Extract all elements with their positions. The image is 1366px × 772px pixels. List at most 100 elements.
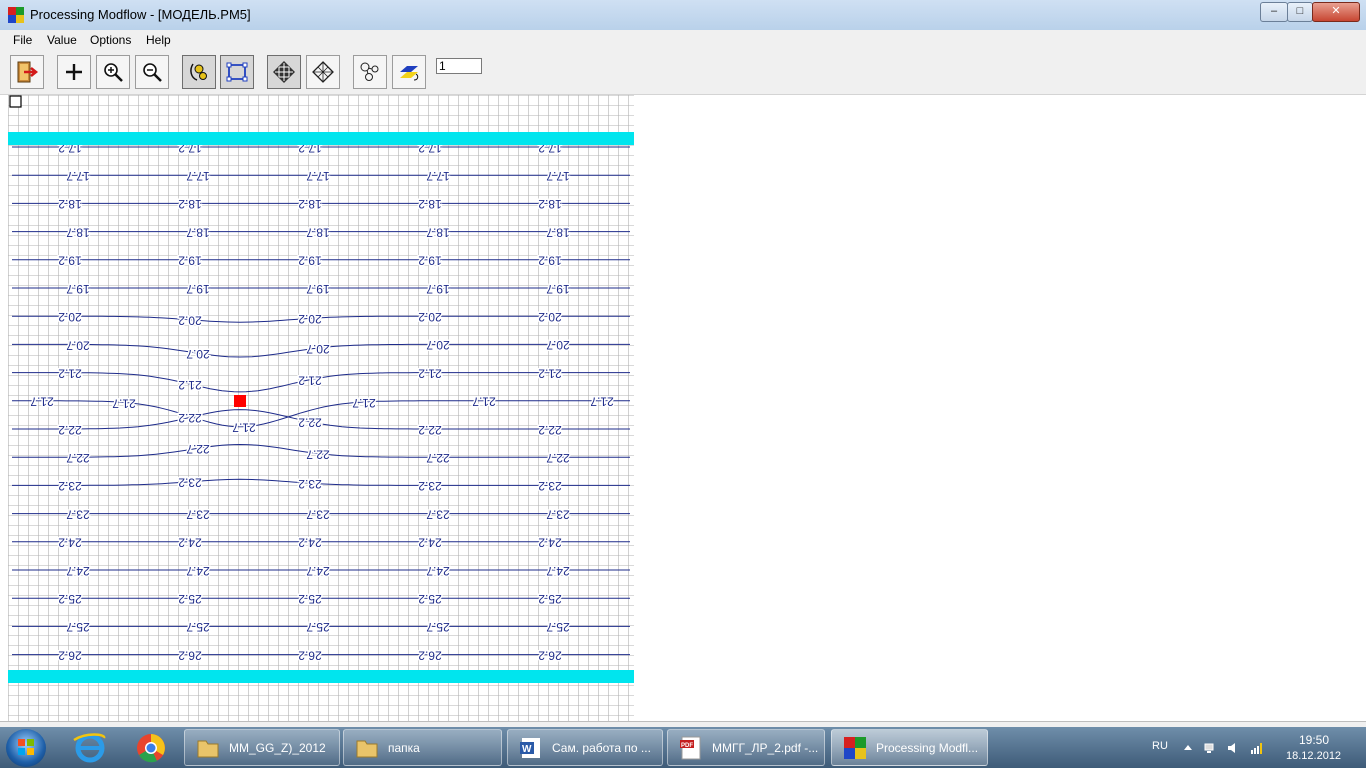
- maximize-button[interactable]: □: [1287, 2, 1313, 22]
- contour-label: 24.7: [186, 564, 210, 578]
- zoom-in-button[interactable]: [96, 55, 130, 89]
- start-button[interactable]: [6, 729, 46, 767]
- contour-label: 23.2: [538, 479, 562, 493]
- exit-button[interactable]: [10, 55, 44, 89]
- contour-label: 23.7: [186, 507, 210, 521]
- contour-label: 21.7: [30, 395, 54, 409]
- exit-icon: [17, 61, 39, 83]
- contour-label: 19.2: [178, 254, 202, 268]
- show-hidden-icons-icon[interactable]: [1181, 741, 1195, 755]
- taskbar-task-word[interactable]: W Сам. работа по ...: [507, 729, 663, 766]
- internet-explorer-icon[interactable]: [66, 730, 114, 766]
- taskbar-task-pdf[interactable]: PDF ММГГ_ЛР_2.pdf -...: [667, 729, 825, 766]
- modflow-icon: [844, 737, 866, 759]
- contour-label: 24.7: [546, 564, 570, 578]
- grid-icon: [273, 61, 295, 83]
- contour-label: 17.7: [306, 169, 330, 183]
- contour-label: 18.7: [306, 225, 330, 239]
- properties-button[interactable]: [353, 55, 387, 89]
- chrome-icon[interactable]: [127, 730, 175, 766]
- contour-label: 18.2: [58, 197, 82, 211]
- properties-icon: [360, 62, 379, 81]
- well-cell[interactable]: [234, 395, 246, 407]
- zoom-out-icon: [143, 63, 162, 82]
- close-button[interactable]: ✕: [1312, 2, 1360, 22]
- clock-time[interactable]: 19:50: [1299, 733, 1329, 747]
- contour-label: 19.2: [538, 254, 562, 268]
- signal-icon[interactable]: [1250, 741, 1264, 755]
- contour-label: 21.7: [590, 395, 614, 409]
- language-indicator[interactable]: RU: [1152, 740, 1168, 752]
- boundary-bottom: [8, 670, 634, 683]
- contour-label: 26.2: [418, 648, 442, 662]
- boundary-top: [8, 132, 634, 145]
- layer-view-button[interactable]: [392, 55, 426, 89]
- taskbar-task-modflow[interactable]: Processing Modfl...: [831, 729, 988, 766]
- zoom-out-button[interactable]: [135, 55, 169, 89]
- contour-label: 18.7: [546, 225, 570, 239]
- contour-label: 25.7: [186, 620, 210, 634]
- contour-label: 22.2: [298, 416, 322, 430]
- mesh-button[interactable]: [306, 55, 340, 89]
- window-title: Processing Modflow - [МОДЕЛЬ.PM5]: [30, 7, 251, 22]
- task-label: ММГГ_ЛР_2.pdf -...: [712, 741, 819, 755]
- windows-logo-icon: [18, 739, 34, 755]
- contour-label: 23.2: [58, 479, 82, 493]
- origin-marker[interactable]: [9, 95, 22, 108]
- bounds-button[interactable]: [182, 55, 216, 89]
- contour-label: 21.7: [112, 396, 136, 410]
- contour-label: 18.2: [178, 197, 202, 211]
- model-canvas[interactable]: 17.2 17.2 17.2 17.2 17.2 17.7 17.7 17.7 17.7 17.7…: [8, 95, 634, 721]
- layer-number-input[interactable]: [436, 58, 482, 74]
- contour-label: 21.2: [538, 366, 562, 380]
- contour-label: 23.2: [298, 477, 322, 491]
- contour-label: 24.7: [426, 564, 450, 578]
- contour-label: 24.2: [418, 536, 442, 550]
- menu-options[interactable]: Options: [90, 33, 131, 47]
- contour-label: 19.2: [418, 254, 442, 268]
- plus-icon: [66, 64, 82, 80]
- contour-label: 18.2: [538, 197, 562, 211]
- contour-label: 23.7: [546, 507, 570, 521]
- clock-date[interactable]: 18.12.2012: [1286, 750, 1341, 762]
- menu-bar: File Value Options Help: [0, 30, 1366, 50]
- folder-icon: [356, 740, 378, 758]
- contour-label: 20.7: [66, 338, 90, 352]
- menu-help[interactable]: Help: [146, 33, 171, 47]
- contour-label: 22.7: [66, 451, 90, 465]
- mesh-icon: [312, 61, 334, 83]
- contour-label: 19.2: [298, 254, 322, 268]
- model-map[interactable]: 17.2 17.2 17.2 17.2 17.217.7 17.7 17.7 17.7 17.7…: [8, 95, 634, 721]
- contour-label: 24.2: [298, 536, 322, 550]
- contour-label: 18.7: [186, 225, 210, 239]
- grid-button[interactable]: [267, 55, 301, 89]
- contour-label: 26.2: [298, 648, 322, 662]
- contour-label: 22.7: [186, 442, 210, 456]
- contour-label: 19.2: [58, 254, 82, 268]
- polygon-button[interactable]: [220, 55, 254, 89]
- contour-label: 22.2: [538, 423, 562, 437]
- menu-file[interactable]: File: [13, 33, 32, 47]
- minimize-button[interactable]: –: [1260, 2, 1288, 22]
- contour-label: 23.2: [418, 479, 442, 493]
- contour-label: 22.2: [418, 423, 442, 437]
- contour-label: 20.2: [178, 314, 202, 328]
- contour-label: 18.2: [298, 197, 322, 211]
- contour-label: 20.7: [546, 338, 570, 352]
- contour-label: 24.2: [538, 536, 562, 550]
- contour-label: 22.2: [178, 411, 202, 425]
- volume-icon[interactable]: [1226, 741, 1240, 755]
- contour-label: 20.2: [538, 310, 562, 324]
- contour-label: 20.2: [298, 312, 322, 326]
- add-button[interactable]: [57, 55, 91, 89]
- network-icon[interactable]: [1203, 741, 1217, 755]
- menu-value[interactable]: Value: [47, 33, 77, 47]
- contour-label: 24.7: [306, 564, 330, 578]
- svg-text:PDF: PDF: [681, 743, 693, 749]
- contour-label: 20.2: [418, 310, 442, 324]
- contour-label: 26.2: [538, 648, 562, 662]
- contour-label: 19.7: [426, 282, 450, 296]
- taskbar-task-folder-papka[interactable]: папка: [343, 729, 502, 766]
- taskbar-task-folder-mm[interactable]: MM_GG_Z)_2012: [184, 729, 340, 766]
- contour-label: 24.2: [58, 536, 82, 550]
